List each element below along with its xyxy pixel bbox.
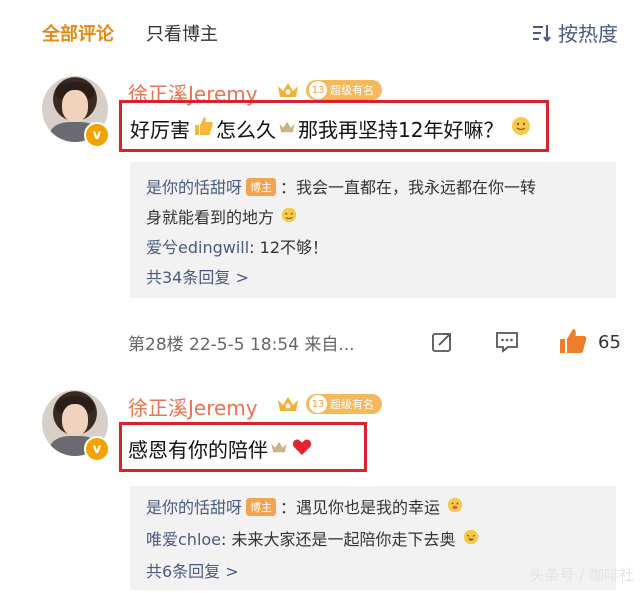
crown-icon (278, 83, 298, 97)
tab-all-comments[interactable]: 全部评论 (42, 20, 114, 46)
like-icon[interactable] (558, 327, 588, 355)
reply-item: 爱兮edingwill: 12不够！ (146, 234, 328, 258)
like-count: 65 (598, 332, 621, 353)
comment-text-part: 感恩有你的陪伴 (128, 438, 268, 462)
comment-item: v 徐正溪Jeremy 13 超级有名 好厉害 怎么久 那我再坚持12年好嘛？ … (0, 76, 640, 366)
comment-text: 感恩有你的陪伴 (128, 434, 314, 463)
blogger-tag: 博主 (246, 178, 277, 196)
reply-list: 是你的恬甜呀 博主 ：我会一直都在，我永远都在你一转 身就能看到的地方 爱兮edin… (130, 162, 616, 298)
reply-text: : 12不够！ (249, 238, 329, 257)
fan-medal-badge: 13 超级有名 (306, 80, 382, 100)
comment-username[interactable]: 徐正溪Jeremy (128, 392, 258, 421)
comment-text-part: 怎么久 (216, 118, 276, 142)
reply-text: 身就能看到的地方 (146, 208, 275, 227)
comment-text: 好厉害 怎么久 那我再坚持12年好嘛？ (130, 114, 533, 143)
emoji-icon (447, 497, 463, 517)
repost-icon[interactable] (430, 330, 454, 354)
reply-item: 是你的恬甜呀 博主 ：遇见你也是我的幸运 (146, 494, 465, 518)
medal-level: 13 (308, 80, 328, 100)
emoji-icon (463, 529, 479, 549)
reply-username[interactable]: 唯爱chloe (146, 530, 221, 549)
reply-item: 唯爱chloe: 未来大家还是一起陪你走下去奥 (146, 526, 481, 550)
medal-level: 13 (308, 394, 328, 414)
more-replies-link[interactable]: 共6条回复 > (146, 558, 239, 582)
reply-username[interactable]: 爱兮edingwill (146, 238, 249, 257)
verified-icon: v (84, 436, 110, 462)
tab-blogger-only[interactable]: 只看博主 (146, 20, 218, 46)
watermark: 头条号 / 咖啡社 (529, 566, 634, 584)
sort-button[interactable]: 按热度 (532, 18, 618, 47)
more-replies-link[interactable]: 共34条回复 > (146, 264, 249, 288)
medal-text: 超级有名 (330, 398, 374, 411)
sort-label: 按热度 (558, 22, 618, 46)
comment-item: v 徐正溪Jeremy 13 超级有名 感恩有你的陪伴 是你的恬甜呀 博主 ：遇见你… (0, 390, 640, 590)
reply-username[interactable]: 是你的恬甜呀 (146, 178, 242, 197)
emoji-icon (511, 116, 531, 141)
comment-meta: 第28楼 22-5-5 18:54 来自... (128, 335, 355, 355)
crown-emoji-icon (278, 117, 296, 141)
comment-icon[interactable] (494, 330, 520, 354)
crown-emoji-icon (270, 437, 288, 461)
reply-text: ：我会一直都在，我永远都在你一转 (280, 178, 537, 197)
reply-item-continued: 身就能看到的地方 (146, 204, 299, 228)
reply-text: ：遇见你也是我的幸运 (280, 498, 441, 517)
reply-text: : 未来大家还是一起陪你走下去奥 (221, 530, 456, 549)
comment-text-part: 好厉害 (130, 118, 190, 142)
reply-item: 是你的恬甜呀 博主 ：我会一直都在，我永远都在你一转 (146, 174, 536, 198)
emoji-icon (281, 207, 297, 227)
blogger-tag: 博主 (246, 498, 277, 516)
comment-tabs: 全部评论 只看博主 按热度 (0, 0, 640, 62)
heart-icon (292, 437, 312, 461)
reply-username[interactable]: 是你的恬甜呀 (146, 498, 242, 517)
verified-icon: v (84, 122, 110, 148)
medal-text: 超级有名 (330, 84, 374, 97)
crown-icon (278, 397, 298, 411)
thumbs-up-icon (192, 115, 214, 142)
comment-text-part: 那我再坚持12年好嘛？ (298, 118, 504, 142)
fan-medal-badge: 13 超级有名 (306, 394, 382, 414)
sort-icon (533, 24, 551, 42)
